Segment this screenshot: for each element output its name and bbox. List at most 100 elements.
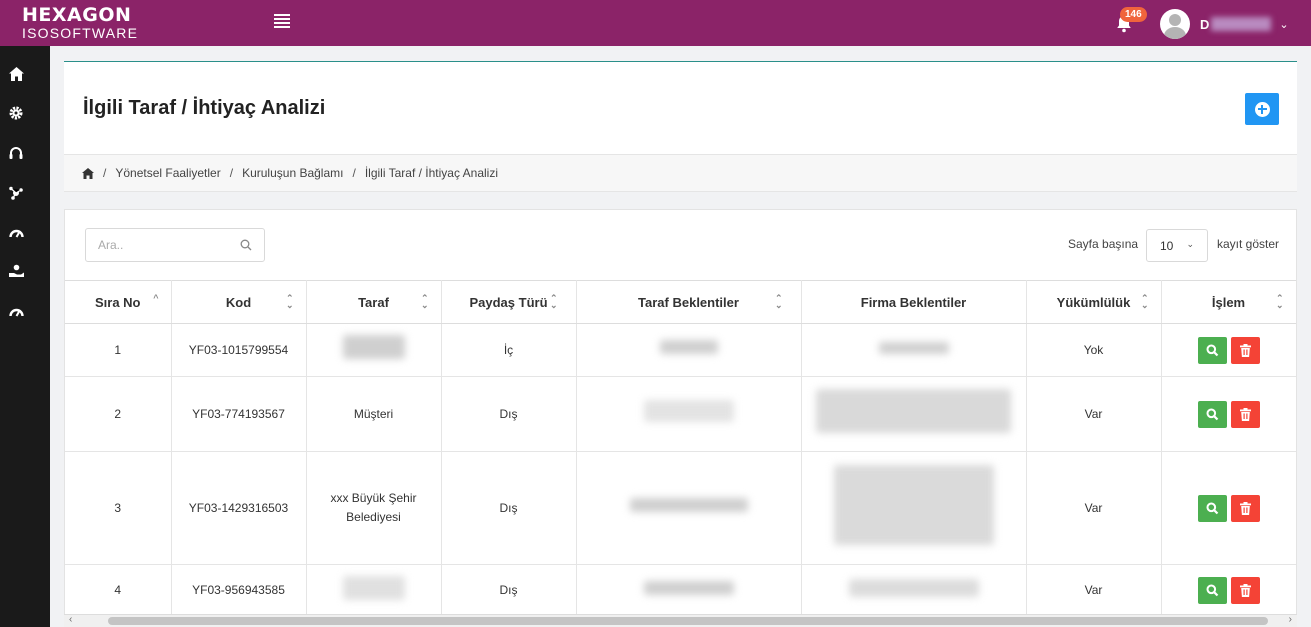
delete-button[interactable] xyxy=(1230,336,1260,364)
gauge-icon[interactable] xyxy=(8,224,24,240)
notification-badge: 146 xyxy=(1120,7,1147,22)
cell-no: 2 xyxy=(65,376,172,452)
cell-taraf: Müşteri xyxy=(306,376,442,452)
sort-icon: ⌃ ⌄ xyxy=(1275,293,1284,310)
top-bar: HEXAGON ISOSOFTWARE 146 D ⌄ xyxy=(0,0,1311,46)
speedometer-icon[interactable] xyxy=(8,303,24,319)
search-icon[interactable] xyxy=(240,239,252,251)
breadcrumb-item[interactable]: Yönetsel Faaliyetler xyxy=(115,166,220,180)
sort-asc-icon: ^ xyxy=(153,293,159,303)
search-icon xyxy=(1206,344,1218,356)
cell-yukumluluk: Var xyxy=(1026,564,1162,617)
cell-no: 3 xyxy=(65,451,172,565)
column-header-taraf-beklentiler[interactable]: Taraf Beklentiler ⌃ ⌄ xyxy=(576,280,802,324)
column-header-paydas-turu[interactable]: Paydaş Türü ⌃ ⌄ xyxy=(441,280,577,324)
search-input[interactable] xyxy=(86,229,226,261)
menu-toggle-icon[interactable] xyxy=(274,14,290,28)
column-header-taraf[interactable]: Taraf ⌃ ⌄ xyxy=(306,280,442,324)
breadcrumb-item[interactable]: Kuruluşun Bağlamı xyxy=(242,166,343,180)
table-row: 3 YF03-1429316503 xxx Büyük Şehir Beledi… xyxy=(65,451,1296,565)
cell-paydas-turu: Dış xyxy=(441,376,577,452)
cell-paydas-turu: Dış xyxy=(441,564,577,617)
view-button[interactable] xyxy=(1197,336,1227,364)
brand-subtitle: ISOSOFTWARE xyxy=(22,25,139,41)
cell-paydas-turu: Dış xyxy=(441,451,577,565)
sort-icon: ⌃ ⌄ xyxy=(774,293,783,310)
redacted-text xyxy=(659,340,718,354)
sort-icon: ⌃ ⌄ xyxy=(1140,293,1149,310)
cell-actions xyxy=(1161,564,1296,617)
view-button[interactable] xyxy=(1197,577,1227,604)
home-icon[interactable] xyxy=(82,167,94,179)
column-header-sira-no[interactable]: Sıra No ^ xyxy=(65,280,172,324)
delete-button[interactable] xyxy=(1230,494,1260,522)
view-button[interactable] xyxy=(1197,494,1227,522)
table-row: 2 YF03-774193567 Müşteri Dış Var xyxy=(65,376,1296,452)
chevron-down-icon: ⌄ xyxy=(1279,18,1289,31)
avatar xyxy=(1160,9,1190,39)
trash-icon xyxy=(1239,407,1251,421)
redacted-text xyxy=(629,498,748,512)
delete-button[interactable] xyxy=(1230,400,1260,428)
breadcrumb-separator: / xyxy=(229,166,234,180)
cell-yukumluluk: Var xyxy=(1026,451,1162,565)
column-header-kod[interactable]: Kod ⌃ ⌄ xyxy=(171,280,307,324)
cell-paydas-turu: İç xyxy=(441,323,577,377)
column-header-yukumluluk[interactable]: Yükümlülük ⌃ ⌄ xyxy=(1026,280,1162,324)
sort-icon: ⌃ ⌄ xyxy=(549,293,558,310)
scrollbar-thumb[interactable] xyxy=(108,617,1268,625)
brand-logo[interactable]: HEXAGON ISOSOFTWARE xyxy=(22,4,139,41)
redacted-text xyxy=(643,580,734,595)
search-box xyxy=(85,228,265,262)
breadcrumb: / Yönetsel Faaliyetler / Kuruluşun Bağla… xyxy=(64,154,1297,192)
gear-icon[interactable] xyxy=(8,105,24,121)
user-menu[interactable]: D ⌄ xyxy=(1160,8,1289,40)
plus-circle-icon xyxy=(1254,101,1270,117)
scroll-left-icon[interactable]: ‹ xyxy=(69,614,72,625)
cell-actions xyxy=(1161,451,1296,565)
redacted-text xyxy=(643,400,734,422)
cell-kod: YF03-956943585 xyxy=(171,564,307,617)
cell-yukumluluk: Yok xyxy=(1026,323,1162,377)
trash-icon xyxy=(1239,501,1251,515)
cell-taraf-beklentiler xyxy=(576,376,802,452)
per-page-select[interactable]: 10 ⌄ xyxy=(1146,229,1208,262)
redacted-text xyxy=(833,465,994,545)
scroll-right-icon[interactable]: › xyxy=(1289,614,1292,625)
home-icon[interactable] xyxy=(8,66,24,82)
user-name: D xyxy=(1200,16,1210,32)
cell-taraf xyxy=(306,323,442,377)
cell-firma-beklentiler xyxy=(801,323,1027,377)
brand-name: HEXAGON xyxy=(22,4,132,26)
horizontal-scrollbar[interactable]: ‹ › xyxy=(64,614,1297,627)
cell-firma-beklentiler xyxy=(801,376,1027,452)
data-table: Sıra No ^ Kod ⌃ ⌄ Taraf ⌃ ⌄ Paydaş Türü ⌃ ⌄ Tar… xyxy=(65,280,1296,617)
view-button[interactable] xyxy=(1197,400,1227,428)
column-header-firma-beklentiler[interactable]: Firma Beklentiler xyxy=(801,280,1027,324)
headset-icon[interactable] xyxy=(8,145,24,161)
cell-kod: YF03-1015799554 xyxy=(171,323,307,377)
breadcrumb-separator: / xyxy=(103,166,107,180)
delete-button[interactable] xyxy=(1230,577,1260,604)
cell-taraf xyxy=(306,564,442,617)
trash-icon xyxy=(1239,584,1251,597)
page-title: İlgili Taraf / İhtiyaç Analizi xyxy=(83,97,326,119)
cell-taraf: xxx Büyük Şehir Belediyesi xyxy=(306,451,442,565)
hand-coin-icon[interactable] xyxy=(8,263,24,279)
cell-actions xyxy=(1161,323,1296,377)
table-header-row: Sıra No ^ Kod ⌃ ⌄ Taraf ⌃ ⌄ Paydaş Türü ⌃ ⌄ Tar… xyxy=(65,280,1296,324)
table-row: 4 YF03-956943585 Dış Var xyxy=(65,564,1296,617)
sort-icon: ⌃ ⌄ xyxy=(285,293,294,310)
sort-icon: ⌃ ⌄ xyxy=(420,293,429,310)
cell-no: 1 xyxy=(65,323,172,377)
redacted-text xyxy=(816,389,1011,433)
column-header-islem[interactable]: İşlem ⌃ ⌄ xyxy=(1161,280,1296,324)
chevron-down-icon: ⌄ xyxy=(1186,239,1194,249)
cell-taraf-beklentiler xyxy=(576,451,802,565)
cell-firma-beklentiler xyxy=(801,564,1027,617)
user-name-redacted xyxy=(1211,17,1272,31)
add-record-button[interactable] xyxy=(1245,93,1279,125)
breadcrumb-separator: / xyxy=(352,166,356,180)
network-icon[interactable] xyxy=(8,185,24,201)
cell-kod: YF03-1429316503 xyxy=(171,451,307,565)
